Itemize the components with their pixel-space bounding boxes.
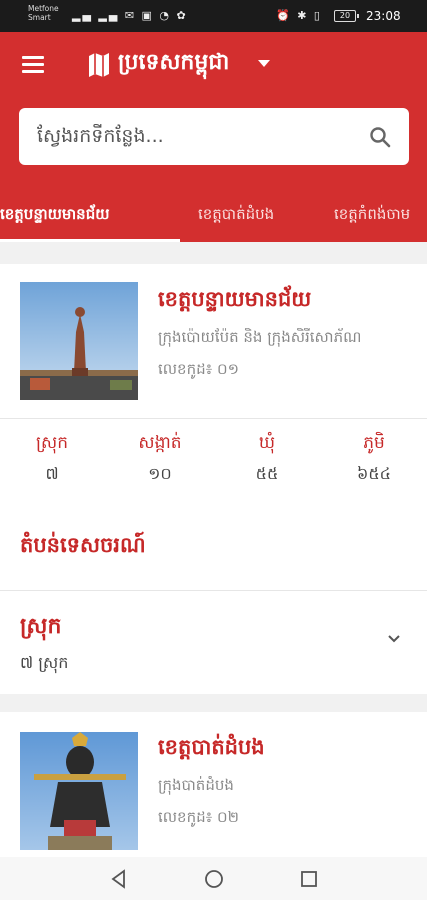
accordion-title: ស្រុក bbox=[20, 614, 62, 639]
stat-label: ភូមិ bbox=[363, 433, 385, 453]
stat-label: ស្រុក bbox=[35, 433, 69, 453]
carrier-label: Metfone Smart bbox=[28, 4, 59, 22]
province-photo bbox=[20, 732, 138, 850]
stat-value: ៥៥ bbox=[255, 464, 279, 483]
carrier-name-2: Smart bbox=[28, 13, 51, 22]
map-icon bbox=[89, 53, 109, 77]
province-card-2[interactable]: ខេត្តបាត់ដំបង ក្រុងបាត់ដំបង លេខកូដ៖ ០២ bbox=[0, 712, 427, 857]
app-header: ប្រទេសកម្ពុជា ខេត្តបន្ទាយមានជ័យ ខេត្តបាត… bbox=[0, 32, 427, 242]
tab-indicator bbox=[0, 239, 180, 242]
province-tabs: ខេត្តបន្ទាយមានជ័យ ខេត្តបាត់ដំបង ខេត្តកំព… bbox=[0, 192, 427, 242]
accordion-subtitle: ៧ ស្រុក bbox=[20, 653, 69, 672]
search-icon[interactable] bbox=[368, 125, 392, 149]
province-code: លេខកូដ៖ ០១ bbox=[158, 360, 239, 378]
tab-province-2[interactable]: ខេត្តបាត់ដំបង bbox=[198, 192, 274, 242]
province-card-1[interactable]: ខេត្តបន្ទាយមានជ័យ ក្រុងប៉ោយប៉ែត និង ក្រុ… bbox=[0, 264, 427, 694]
district-accordion[interactable]: ស្រុក ៧ ស្រុក bbox=[0, 590, 427, 694]
stat-value: ៧ bbox=[45, 464, 59, 483]
status-bar: Metfone Smart ▂▄ ▂▄ ✉ ▣ ◔ ✿ ⏰ ✱ ▯ 20 23:… bbox=[0, 0, 427, 32]
status-icons-right: ⏰ ✱ ▯ bbox=[276, 9, 322, 22]
divider bbox=[0, 418, 427, 419]
province-photo bbox=[20, 282, 138, 400]
province-name: ខេត្តបន្ទាយមានជ័យ bbox=[158, 287, 312, 311]
tab-province-3[interactable]: ខេត្តកំពង់ចាម bbox=[334, 192, 410, 242]
stat-value: ៦៥៤ bbox=[357, 464, 391, 483]
battery-icon: 20 bbox=[334, 10, 359, 22]
stat-sangkat: សង្កាត់ ១០ bbox=[120, 432, 200, 487]
chevron-down-icon[interactable] bbox=[387, 634, 401, 644]
province-code: លេខកូដ៖ ០២ bbox=[158, 808, 239, 826]
menu-icon[interactable] bbox=[22, 56, 44, 74]
province-cities: ក្រុងប៉ោយប៉ែត និង ក្រុងសិរីសោភ័ណ bbox=[158, 328, 362, 346]
stat-village: ភូមិ ៦៥៤ bbox=[334, 432, 414, 487]
home-icon[interactable] bbox=[202, 867, 226, 891]
chevron-down-icon[interactable] bbox=[258, 60, 270, 67]
stat-label: ឃុំ bbox=[258, 433, 276, 453]
search-input[interactable] bbox=[37, 121, 357, 151]
back-icon[interactable] bbox=[107, 867, 131, 891]
stat-commune: ឃុំ ៥៥ bbox=[227, 432, 307, 487]
stat-value: ១០ bbox=[148, 464, 172, 483]
stat-district: ស្រុក ៧ bbox=[12, 432, 92, 487]
tab-province-1[interactable]: ខេត្តបន្ទាយមានជ័យ bbox=[0, 192, 110, 242]
recents-icon[interactable] bbox=[297, 867, 321, 891]
section-title: តំបន់ទេសចរណ៍ bbox=[20, 533, 146, 557]
carrier-name: Metfone bbox=[28, 4, 59, 13]
status-icons-left: ▂▄ ▂▄ ✉ ▣ ◔ ✿ bbox=[72, 9, 188, 22]
province-name: ខេត្តបាត់ដំបង bbox=[158, 735, 265, 759]
app-title[interactable]: ប្រទេសកម្ពុជា bbox=[118, 48, 229, 80]
search-bar[interactable] bbox=[19, 108, 409, 165]
status-time: 23:08 bbox=[366, 9, 401, 23]
province-cities: ក្រុងបាត់ដំបង bbox=[158, 776, 234, 794]
stat-label: សង្កាត់ bbox=[138, 433, 182, 453]
system-nav-bar bbox=[0, 857, 427, 900]
